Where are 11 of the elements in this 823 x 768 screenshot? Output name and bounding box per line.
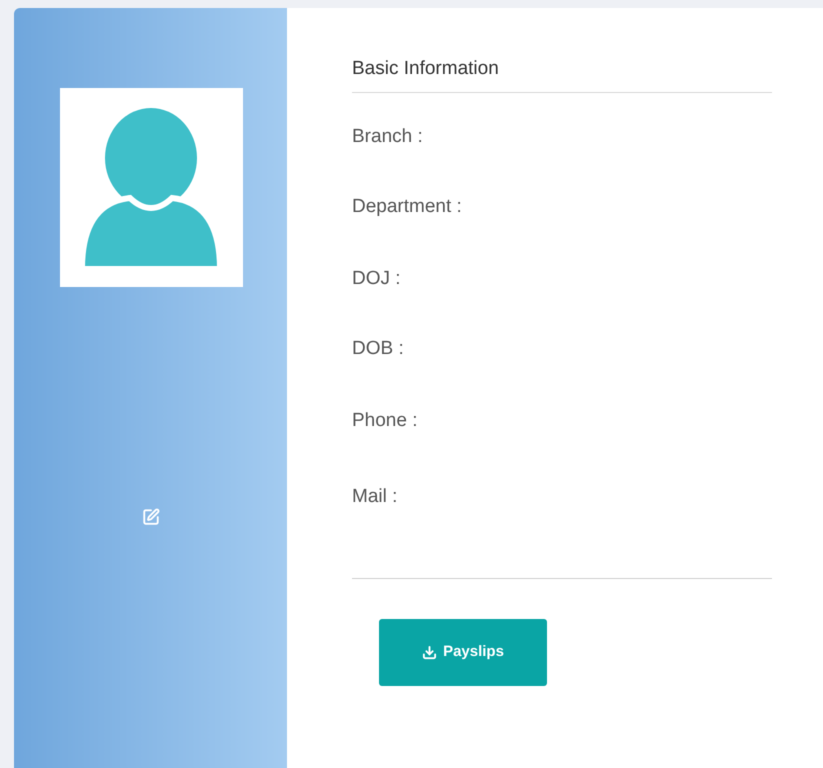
avatar-icon — [60, 88, 243, 287]
field-label: DOB : — [352, 338, 404, 358]
download-icon — [422, 644, 438, 660]
field-label: DOJ : — [352, 268, 401, 288]
field-label: Department : — [352, 196, 462, 216]
edit-icon[interactable] — [142, 508, 160, 526]
field-label: Branch : — [352, 126, 423, 146]
field-label: Mail : — [352, 486, 398, 506]
section-title: Basic Information — [352, 55, 772, 92]
field-label: Phone : — [352, 410, 418, 430]
payslips-button[interactable]: Payslips — [379, 618, 547, 686]
